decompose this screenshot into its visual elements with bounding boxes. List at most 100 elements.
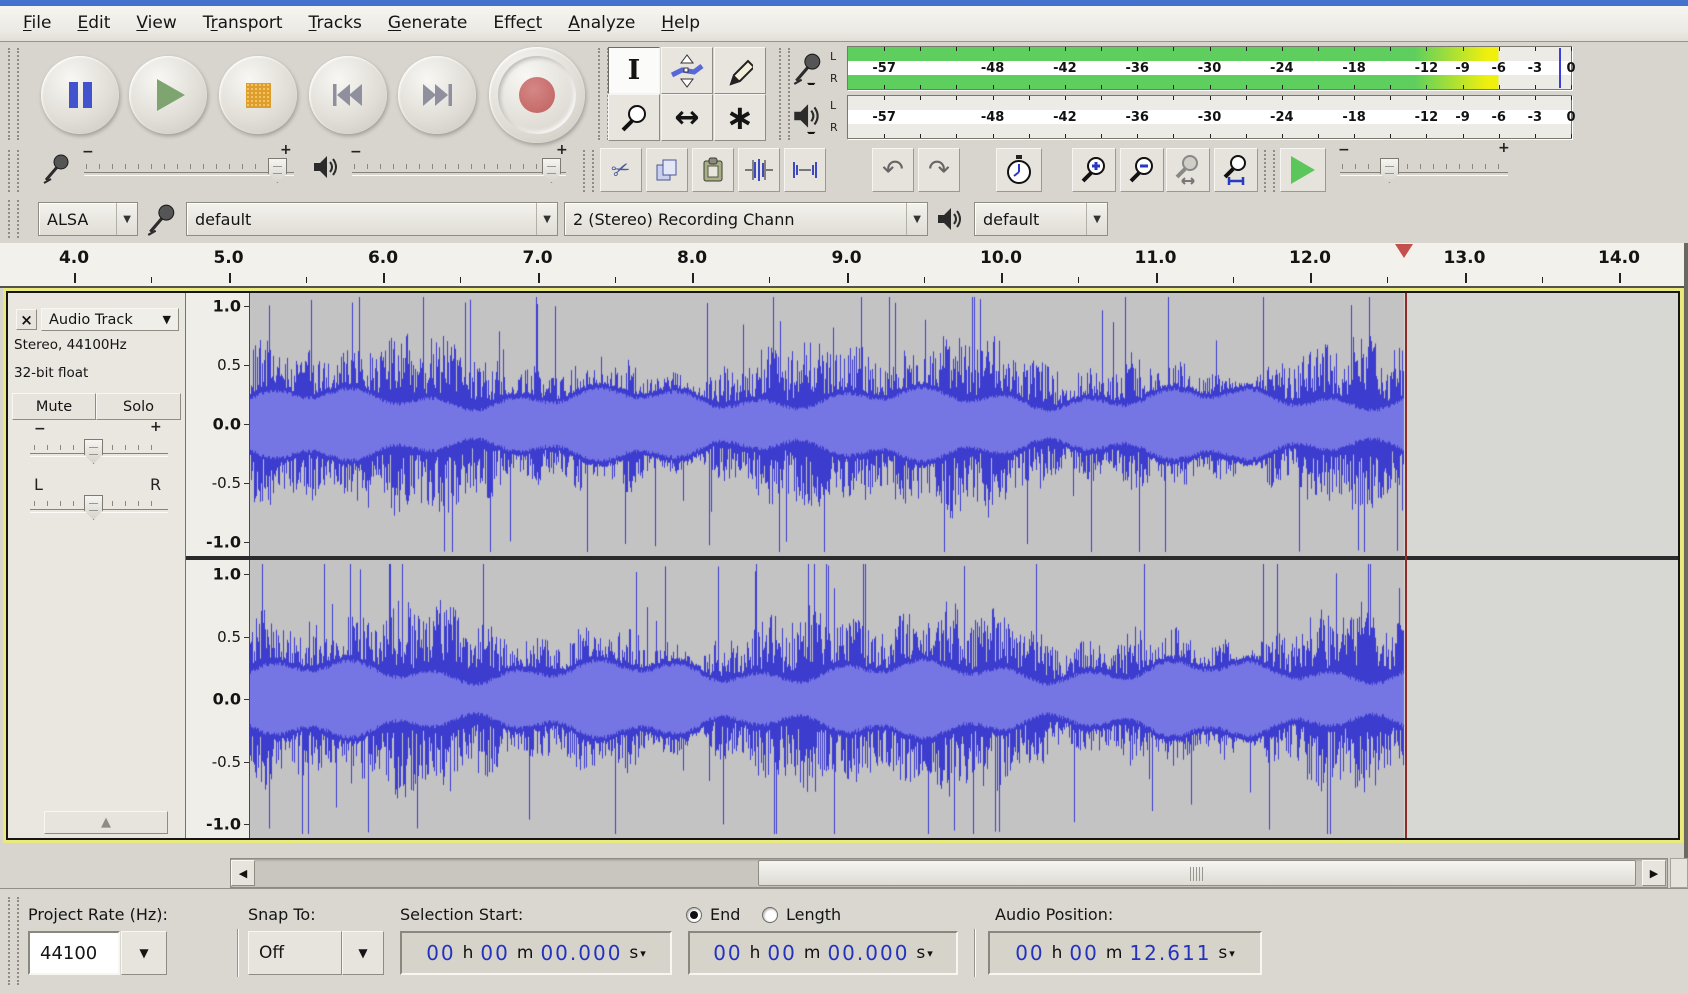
menu-file[interactable]: File xyxy=(10,6,64,41)
vruler-tick xyxy=(244,365,249,366)
menu-edit[interactable]: Edit xyxy=(64,6,123,41)
output-volume-thumb[interactable] xyxy=(542,158,561,183)
playback-speed-thumb[interactable] xyxy=(1380,158,1399,183)
selection-start-field[interactable]: 00 h 00 m 00.000 s ▾ xyxy=(400,931,672,975)
ruler-minor-tick xyxy=(615,277,616,283)
meter-db-label: -42 xyxy=(1053,110,1077,125)
menu-analyze[interactable]: Analyze xyxy=(555,6,648,41)
selection-end-dropdown-icon[interactable]: ▾ xyxy=(927,947,933,960)
track-vertical-ruler[interactable]: 1.00.50.0-0.5-1.01.00.50.0-0.5-1.0 xyxy=(186,293,250,838)
playback-meter-bar[interactable]: -57-48-42-36-30-24-18-12-9-6-30 xyxy=(847,95,1572,139)
fit-selection-button[interactable] xyxy=(1166,148,1210,192)
meter-db-label: -9 xyxy=(1455,110,1469,125)
transport-toolbar-grip[interactable] xyxy=(8,48,19,140)
snap-to-select[interactable]: Off xyxy=(248,931,342,975)
menu-help[interactable]: Help xyxy=(648,6,713,41)
timeline-ruler[interactable]: 4.05.06.07.08.09.010.011.012.013.014.0 xyxy=(0,243,1688,288)
copy-button[interactable] xyxy=(646,148,688,192)
recording-device-mic-icon xyxy=(146,202,176,236)
track-gain-thumb[interactable] xyxy=(84,439,103,464)
menu-tracks[interactable]: Tracks xyxy=(296,6,375,41)
menu-effect[interactable]: Effect xyxy=(480,6,555,41)
paste-button[interactable] xyxy=(692,148,734,192)
envelope-tool-button[interactable] xyxy=(661,47,713,94)
scroll-left-button[interactable]: ◀ xyxy=(231,860,255,886)
silence-audio-button[interactable] xyxy=(784,148,826,192)
ruler-label-13.0: 13.0 xyxy=(1444,248,1486,268)
play-button[interactable] xyxy=(129,56,207,134)
cut-icon: ✂ xyxy=(608,155,634,185)
radio-length[interactable] xyxy=(762,907,778,923)
meter-tick xyxy=(1426,47,1427,51)
audio-position-dropdown-icon[interactable]: ▾ xyxy=(1229,947,1235,960)
track-title-menu[interactable]: Audio Track ▼ xyxy=(41,308,179,331)
snap-to-dropdown-button[interactable]: ▼ xyxy=(342,931,384,975)
input-volume-slider[interactable] xyxy=(84,172,294,176)
vertical-scrollbar[interactable] xyxy=(1684,243,1688,858)
radio-end[interactable] xyxy=(686,907,702,923)
skip-to-start-button[interactable] xyxy=(309,56,387,134)
recording-channels-select[interactable]: 2 (Stereo) Recording Chann ▼ xyxy=(564,202,928,236)
track-solo-button[interactable]: Solo xyxy=(96,393,181,420)
play-at-speed-button[interactable] xyxy=(1280,148,1326,192)
meter-db-label: -36 xyxy=(1125,110,1149,125)
stop-button[interactable] xyxy=(219,56,297,134)
project-rate-input[interactable]: 44100 xyxy=(28,931,120,975)
trim-audio-button[interactable] xyxy=(738,148,780,192)
meter-toolbar-grip[interactable] xyxy=(779,48,790,140)
track-mute-button[interactable]: Mute xyxy=(12,393,96,420)
playback-speed-slider[interactable] xyxy=(1340,172,1508,176)
zoom-in-button[interactable] xyxy=(1072,148,1116,192)
selection-toolbar-grip[interactable] xyxy=(8,897,19,985)
undo-button[interactable]: ↶ xyxy=(872,148,914,192)
mixer-toolbar-grip[interactable] xyxy=(8,150,19,192)
meter-db-label: -48 xyxy=(981,110,1005,125)
zoom-out-button[interactable] xyxy=(1120,148,1164,192)
selection-start-dropdown-icon[interactable]: ▾ xyxy=(640,947,646,960)
track-pan-thumb[interactable] xyxy=(84,495,103,520)
meter-tick xyxy=(1390,47,1391,51)
track-waveform-area xyxy=(250,293,1678,838)
input-volume-thumb[interactable] xyxy=(268,158,287,183)
recording-device-select[interactable]: default ▼ xyxy=(186,202,558,236)
skip-to-end-button[interactable] xyxy=(398,56,476,134)
audio-position-field[interactable]: 00 h 00 m 12.611 s ▾ xyxy=(988,931,1262,975)
playback-meter[interactable]: LR-57-48-42-36-30-24-18-12-9-6-30 xyxy=(790,94,1582,141)
track-close-button[interactable]: × xyxy=(16,309,37,330)
playback-device-select[interactable]: default ▼ xyxy=(974,202,1108,236)
zoom-tool-button[interactable] xyxy=(608,94,660,141)
meter-tick xyxy=(884,96,885,100)
menu-generate[interactable]: Generate xyxy=(375,6,480,41)
pause-button[interactable] xyxy=(41,56,119,134)
selection-tool-button[interactable]: I xyxy=(608,47,660,94)
redo-button[interactable]: ↷ xyxy=(918,148,960,192)
menu-view[interactable]: View xyxy=(123,6,189,41)
skip-to-end-icon xyxy=(422,84,452,106)
device-toolbar-grip[interactable] xyxy=(8,200,19,238)
project-rate-dropdown-button[interactable]: ▼ xyxy=(121,931,167,975)
horizontal-scrollbar-thumb[interactable] xyxy=(758,860,1636,886)
record-button[interactable] xyxy=(489,47,585,143)
time-shift-tool-button[interactable]: ↔ xyxy=(661,94,713,141)
recording-meter-bar[interactable]: -57-48-42-36-30-24-18-12-9-6-30 xyxy=(847,46,1572,90)
selection-end-hours: 00 xyxy=(713,941,742,965)
waveform-channel-right[interactable] xyxy=(250,560,1678,838)
playback-cursor-marker[interactable] xyxy=(1395,244,1413,258)
draw-tool-button[interactable] xyxy=(714,47,766,94)
recording-meter[interactable]: LR-57-48-42-36-30-24-18-12-9-6-30 xyxy=(790,45,1582,92)
sync-lock-button[interactable] xyxy=(996,148,1042,192)
cut-button[interactable]: ✂ xyxy=(600,148,642,192)
fit-project-button[interactable] xyxy=(1214,148,1258,192)
waveform-channel-left[interactable] xyxy=(250,293,1678,556)
transcription-toolbar-grip[interactable] xyxy=(1264,150,1275,192)
track-collapse-button[interactable]: ▲ xyxy=(44,811,168,834)
selection-end-field[interactable]: 00 h 00 m 00.000 s ▾ xyxy=(688,931,958,975)
edit-toolbar-grip[interactable] xyxy=(583,150,594,192)
ruler-label-10.0: 10.0 xyxy=(980,248,1022,268)
multi-tool-button[interactable]: ∗ xyxy=(714,94,766,141)
meter-tick xyxy=(1571,96,1572,100)
menu-transport[interactable]: Transport xyxy=(190,6,296,41)
audio-host-select[interactable]: ALSA ▼ xyxy=(38,202,138,236)
scroll-right-button[interactable]: ▶ xyxy=(1642,860,1666,886)
output-volume-slider[interactable] xyxy=(352,172,566,176)
